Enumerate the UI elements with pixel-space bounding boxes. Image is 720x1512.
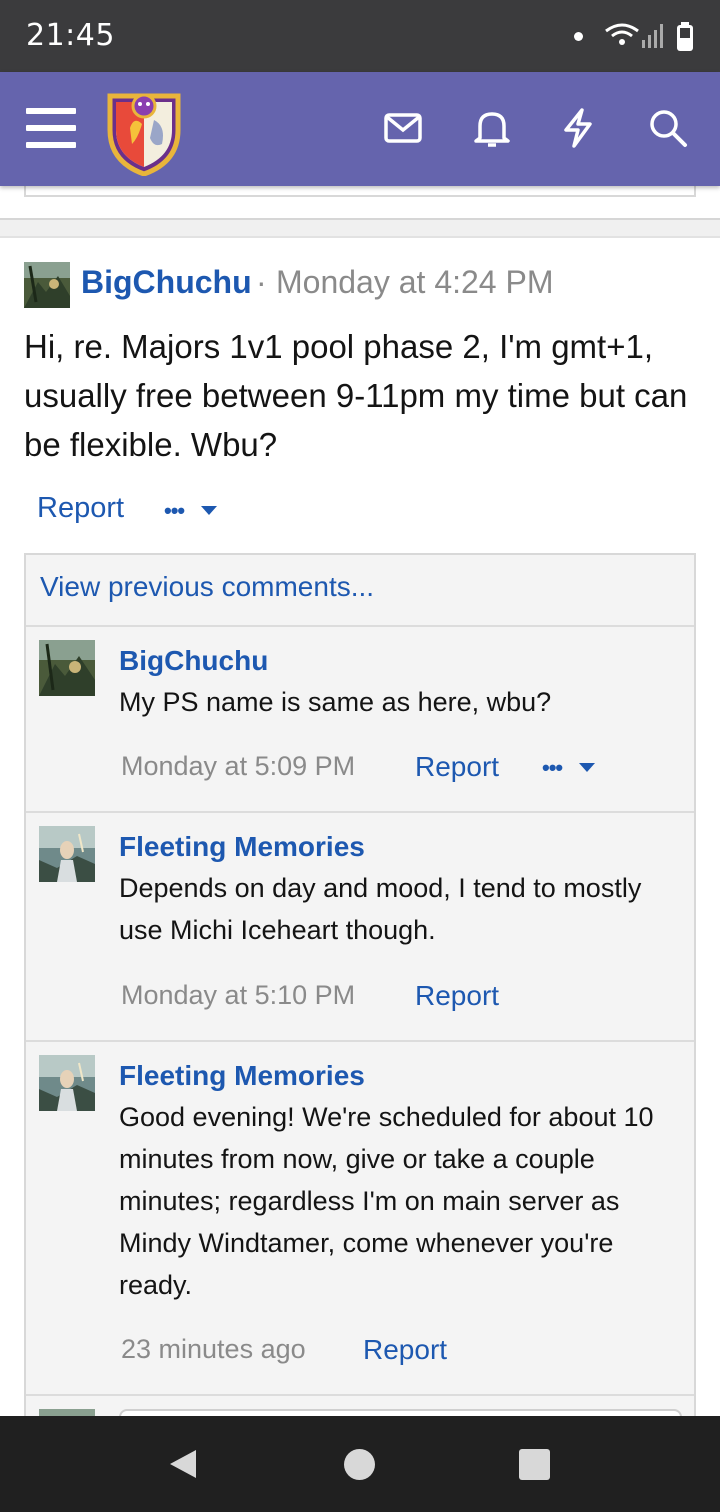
comments-section: View previous comments... BigChuchu My P… xyxy=(24,553,696,1449)
site-logo[interactable] xyxy=(104,86,184,176)
recent-apps-icon[interactable] xyxy=(519,1449,550,1480)
comment-text: Good evening! We're scheduled for about … xyxy=(119,1102,654,1300)
comment-author-avatar[interactable] xyxy=(39,826,95,882)
wifi-signal-icon xyxy=(605,23,663,48)
menu-icon-bar xyxy=(26,125,76,131)
menu-icon xyxy=(26,108,76,114)
comment-author-link[interactable]: Fleeting Memories xyxy=(119,831,365,863)
comment-text: Depends on day and mood, I tend to mostl… xyxy=(119,873,642,945)
post-timestamp[interactable]: Monday at 4:24 PM xyxy=(276,264,553,301)
back-icon[interactable] xyxy=(168,1448,198,1480)
post-report-link[interactable]: Report xyxy=(37,492,124,525)
comment-divider xyxy=(26,1040,694,1042)
mail-icon[interactable] xyxy=(382,106,426,150)
comment-more-menu-button[interactable]: ••• xyxy=(542,755,602,780)
comment-text: My PS name is same as here, wbu? xyxy=(119,687,552,717)
view-previous-comments-link[interactable]: View previous comments... xyxy=(40,571,374,603)
comment-author-avatar[interactable] xyxy=(39,640,95,696)
meta-separator: · xyxy=(256,264,267,300)
more-dots-icon: ••• xyxy=(542,755,563,780)
comment-author-link[interactable]: BigChuchu xyxy=(119,645,268,677)
comment-divider xyxy=(26,811,694,813)
comment-report-link[interactable]: Report xyxy=(415,980,499,1012)
post-author-link[interactable]: BigChuchu xyxy=(81,264,252,301)
comment-timestamp[interactable]: Monday at 5:10 PM xyxy=(121,980,355,1011)
post-author-avatar[interactable] xyxy=(24,262,70,308)
more-dots-icon: ••• xyxy=(164,498,185,523)
comment-report-link[interactable]: Report xyxy=(363,1334,447,1366)
comment-timestamp[interactable]: 23 minutes ago xyxy=(121,1334,306,1365)
comment-author-avatar[interactable] xyxy=(39,1055,95,1111)
bell-icon[interactable] xyxy=(470,106,514,150)
status-time: 21:45 xyxy=(26,18,115,53)
comment-divider xyxy=(26,1394,694,1396)
status-bar: 21:45 xyxy=(0,0,720,72)
battery-icon xyxy=(677,22,693,51)
comment-author-link[interactable]: Fleeting Memories xyxy=(119,1060,365,1092)
caret-down-icon xyxy=(201,506,217,515)
section-divider xyxy=(0,218,720,238)
home-icon[interactable] xyxy=(344,1449,375,1480)
menu-button[interactable] xyxy=(26,108,78,150)
search-icon[interactable] xyxy=(646,106,690,150)
post-more-menu-button[interactable]: ••• xyxy=(164,498,224,523)
system-navigation-bar xyxy=(0,1416,720,1512)
notification-dot-icon xyxy=(574,32,583,41)
caret-down-icon xyxy=(579,763,595,772)
comment-divider xyxy=(26,625,694,627)
app-header xyxy=(0,72,720,186)
menu-icon-bar xyxy=(26,142,76,148)
post-body: Hi, re. Majors 1v1 pool phase 2, I'm gmt… xyxy=(24,328,688,463)
comment-report-link[interactable]: Report xyxy=(415,751,499,783)
lightning-icon[interactable] xyxy=(556,106,600,150)
comment-timestamp[interactable]: Monday at 5:09 PM xyxy=(121,751,355,782)
